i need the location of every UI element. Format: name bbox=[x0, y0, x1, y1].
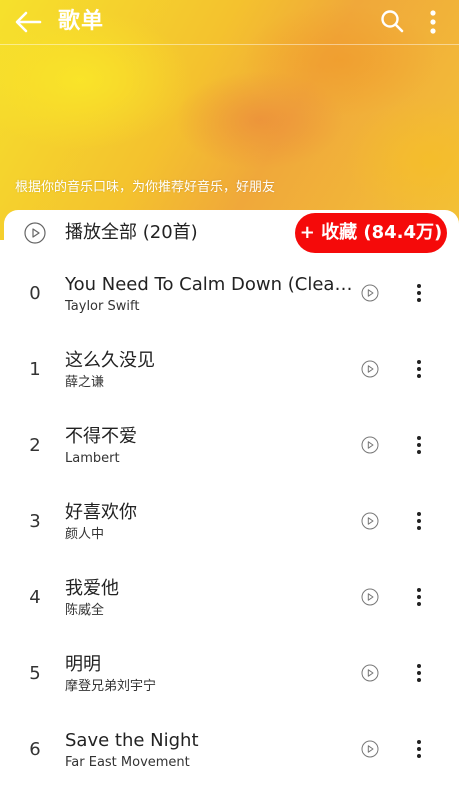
song-title: You Need To Calm Down (Clean Version) bbox=[65, 274, 355, 295]
playlist-cover-banner: 歌单 根据你的音乐口味，为你推荐好音乐，好朋友 bbox=[0, 0, 459, 240]
more-vertical-icon[interactable] bbox=[412, 586, 426, 608]
play-circle-icon[interactable] bbox=[361, 588, 379, 606]
back-arrow-icon[interactable] bbox=[14, 9, 42, 35]
song-index: 3 bbox=[29, 511, 41, 532]
song-index: 6 bbox=[29, 739, 41, 760]
more-vertical-icon[interactable] bbox=[412, 738, 426, 760]
song-row[interactable]: 2 不得不爱 Lambert bbox=[4, 408, 459, 484]
play-circle-icon[interactable] bbox=[361, 360, 379, 378]
more-vertical-icon[interactable] bbox=[412, 510, 426, 532]
play-all-row[interactable]: 播放全部 (20首) + 收藏 (84.4万) bbox=[4, 210, 459, 256]
collect-button[interactable]: + 收藏 (84.4万) bbox=[295, 213, 447, 253]
song-artist: Taylor Swift bbox=[65, 299, 140, 314]
play-circle-icon[interactable] bbox=[361, 436, 379, 454]
more-vertical-icon[interactable] bbox=[412, 662, 426, 684]
song-row[interactable]: 4 我爱他 陈威全 bbox=[4, 560, 459, 636]
song-artist: 颜人中 bbox=[65, 527, 105, 542]
more-vertical-icon[interactable] bbox=[412, 434, 426, 456]
song-title: 我爱他 bbox=[65, 578, 119, 599]
song-artist: 摩登兄弟刘宇宁 bbox=[65, 679, 157, 694]
top-app-bar: 歌单 bbox=[0, 0, 459, 45]
song-title: 这么久没见 bbox=[65, 350, 155, 371]
song-title: 不得不爱 bbox=[65, 426, 137, 447]
song-row[interactable]: 5 明明 摩登兄弟刘宇宁 bbox=[4, 636, 459, 712]
song-artist: 陈威全 bbox=[65, 603, 105, 618]
song-index: 5 bbox=[29, 663, 41, 684]
more-vertical-icon[interactable] bbox=[412, 358, 426, 380]
song-artist: Far East Movement bbox=[65, 755, 190, 770]
song-index: 0 bbox=[29, 283, 41, 304]
song-title: 明明 bbox=[65, 654, 101, 675]
play-circle-icon[interactable] bbox=[361, 512, 379, 530]
more-vertical-icon[interactable] bbox=[412, 282, 426, 304]
more-vertical-icon[interactable] bbox=[428, 9, 438, 35]
play-circle-icon[interactable] bbox=[361, 664, 379, 682]
song-row[interactable]: 0 You Need To Calm Down (Clean Version) … bbox=[4, 256, 459, 332]
play-circle-icon[interactable] bbox=[361, 284, 379, 302]
song-artist: 薛之谦 bbox=[65, 375, 105, 390]
search-icon[interactable] bbox=[380, 9, 404, 33]
song-list-panel: 播放全部 (20首) + 收藏 (84.4万) 0 You Need To Ca… bbox=[4, 210, 459, 810]
song-index: 2 bbox=[29, 435, 41, 456]
song-row[interactable]: 3 好喜欢你 颜人中 bbox=[4, 484, 459, 560]
song-row[interactable]: 6 Save the Night Far East Movement bbox=[4, 712, 459, 788]
song-index: 4 bbox=[29, 587, 41, 608]
playlist-description: 根据你的音乐口味，为你推荐好音乐，好朋友 bbox=[15, 180, 276, 195]
song-artist: Lambert bbox=[65, 451, 120, 466]
play-all-label[interactable]: 播放全部 (20首) bbox=[65, 222, 198, 244]
song-index: 1 bbox=[29, 359, 41, 380]
play-circle-icon[interactable] bbox=[24, 222, 46, 244]
song-title: Save the Night bbox=[65, 730, 199, 751]
song-row[interactable]: 1 这么久没见 薛之谦 bbox=[4, 332, 459, 408]
page-title: 歌单 bbox=[58, 9, 105, 34]
song-title: 好喜欢你 bbox=[65, 502, 137, 523]
play-circle-icon[interactable] bbox=[361, 740, 379, 758]
